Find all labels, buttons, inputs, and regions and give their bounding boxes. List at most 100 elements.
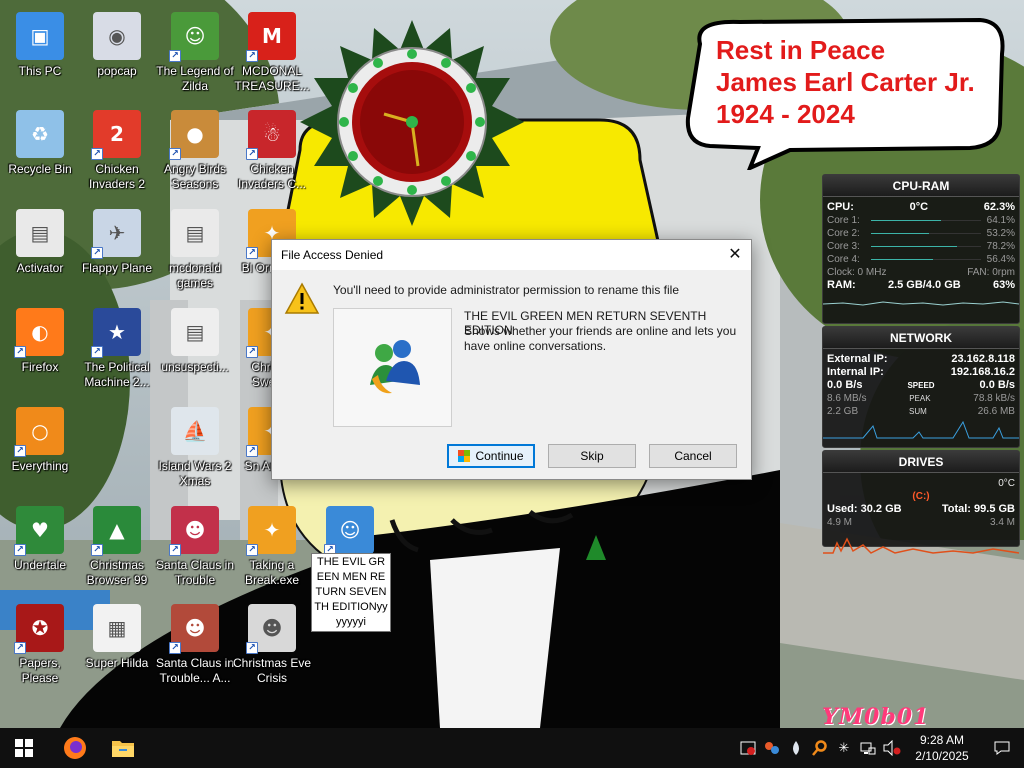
network-gadget[interactable]: NETWORK External IP: 23.162.8.118 Intern… [822, 326, 1020, 448]
desktop-icon-santa-claus-trouble[interactable]: ☻ ↗ Santa Claus in Trouble [155, 502, 235, 598]
peak-down: 8.6 MB/s [827, 393, 867, 404]
desktop-icon-undertale[interactable]: ♥ ↗ Undertale [0, 502, 80, 598]
core-usage-bar [871, 220, 981, 221]
clock-fan-row: Clock: 0 MHz FAN: 0rpm [823, 266, 1019, 279]
desktop-icon-flappy-plane[interactable]: ✈ ↗ Flappy Plane [77, 205, 157, 301]
desktop-icon-label: Island Wars 2 Xmas [158, 459, 232, 488]
desktop-icon-label: Activator [16, 261, 64, 275]
start-button[interactable] [0, 728, 48, 768]
network-icon[interactable] [856, 728, 880, 768]
taskbar-file-explorer[interactable] [99, 728, 147, 768]
core-label: Core 4: [827, 254, 860, 265]
dialog-file-description: Shows whether your friends are online an… [464, 324, 737, 353]
desktop-icon-everything[interactable]: ○ ↗ Everything [0, 403, 80, 499]
desktop-icon-mcdonald-games[interactable]: ▤ mcdonald games [155, 205, 235, 301]
taskbar-date: 2/10/2025 [915, 749, 969, 763]
core-usage-bar [871, 233, 981, 234]
ram-graph [822, 301, 1020, 306]
desktop-icon-papers-please[interactable]: ✪ ↗ Papers, Please [0, 600, 80, 696]
island-wars-icon: ⛵ [171, 407, 219, 455]
desktop-icon-recycle-bin[interactable]: ♻ Recycle Bin [0, 106, 80, 202]
taskbar-firefox[interactable] [51, 728, 99, 768]
desktop-icon-chicken-invaders-c[interactable]: ☃ ↗ Chicken Invaders C... [232, 106, 312, 202]
shortcut-arrow-icon: ↗ [169, 642, 181, 654]
uac-shield-icon [458, 450, 471, 462]
drive-io-row: 4.9 M 3.4 M [823, 516, 1019, 529]
super-hilda-icon: ▦ [93, 604, 141, 652]
close-icon[interactable]: ✕ [719, 240, 751, 270]
tray-search-everything-icon[interactable] [808, 728, 832, 768]
speed-up: 0.0 B/s [979, 379, 1015, 391]
desktop-icon-santa-claus-trouble-a[interactable]: ☻ ↗ Santa Claus in Trouble... A... [155, 600, 235, 696]
desktop-icon-super-hilda[interactable]: ▦ Super Hilda [77, 600, 157, 696]
core-label: Core 1: [827, 215, 860, 226]
shortcut-arrow-icon: ↗ [91, 346, 103, 358]
core-value: 78.2% [986, 241, 1015, 252]
sum-down: 2.2 GB [827, 406, 859, 417]
desktop-icon-activator[interactable]: ▤ Activator [0, 205, 80, 301]
continue-button[interactable]: Continue [447, 444, 535, 468]
desktop-icon-christmas-browser[interactable]: ▲ ↗ Christmas Browser 99 [77, 502, 157, 598]
drive-activity-graph [823, 537, 1020, 554]
desktop-icon-label: MCDONAL TREASURE... [234, 64, 310, 93]
volume-muted-icon[interactable] [880, 728, 904, 768]
desktop-icon-chicken-invaders-2[interactable]: 2 ↗ Chicken Invaders 2 [77, 106, 157, 202]
tray-burst-icon[interactable]: ✳ [832, 728, 856, 768]
desktop-icon-legend-of-zilda[interactable]: ☺ ↗ The Legend of Zilda [155, 8, 235, 104]
desktop-icon-unsuspecti[interactable]: ▤ unsuspecti... [155, 304, 235, 400]
messenger-icon: ☺ ↗ [324, 506, 374, 556]
desktop-icon-popcap[interactable]: ◉ popcap [77, 8, 157, 104]
desktop-icon-label: unsuspecti... [161, 360, 229, 374]
desktop-icon-mcdonald-treasure[interactable]: M ↗ MCDONAL TREASURE... [232, 8, 312, 104]
shortcut-arrow-icon: ↗ [246, 50, 258, 62]
desktop-icon-christmas-eve-crisis[interactable]: ☻ ↗ Christmas Eve Crisis [232, 600, 312, 696]
cancel-button[interactable]: Cancel [649, 444, 737, 468]
system-tray: ✳ 9:28 AM 2/10/2025 [736, 728, 1024, 768]
notification-center-icon[interactable] [980, 728, 1024, 768]
drive-used: Used: 30.2 GB [827, 503, 902, 515]
ram-label: RAM: [827, 279, 856, 291]
drives-gadget[interactable]: DRIVES 0°C (C:) Used: 30.2 GB Total: 99.… [822, 450, 1020, 554]
file-icon: ▤ [16, 209, 64, 257]
taskbar-time: 9:28 AM [919, 733, 965, 747]
memorial-speech-bubble: Rest in Peace James Earl Carter Jr. 1924… [680, 14, 1010, 170]
desktop-icon-political-machine[interactable]: ★ ↗ The Political Machine 2... [77, 304, 157, 400]
desktop-icon-label: Christmas Eve Crisis [232, 656, 312, 685]
core-usage-bar [871, 246, 981, 247]
core-row: Core 1: 64.1% [823, 214, 1019, 227]
desktop-icon-angry-birds-seasons[interactable]: ● ↗ Angry Birds Seasons [155, 106, 235, 202]
desktop-icon-label: popcap [97, 64, 137, 78]
speed-down: 0.0 B/s [827, 379, 863, 391]
dialog-titlebar[interactable]: File Access Denied ✕ [272, 240, 751, 270]
shortcut-arrow-icon: ↗ [246, 247, 258, 259]
renaming-file-label[interactable]: THE EVIL GREEN MEN RETURN SEVENTH EDITIO… [311, 553, 391, 632]
skip-button[interactable]: Skip [548, 444, 636, 468]
desktop-icon-firefox[interactable]: ◐ ↗ Firefox [0, 304, 80, 400]
shortcut-arrow-icon: ↗ [246, 445, 258, 457]
desktop-icon-island-wars[interactable]: ⛵ Island Wars 2 Xmas [155, 403, 235, 499]
tray-droplet-icon[interactable] [784, 728, 808, 768]
core-value: 53.2% [986, 228, 1015, 239]
undertale-icon: ♥ ↗ [14, 506, 64, 556]
desktop-icon-taking-a-break[interactable]: ✦ ↗ Taking a Break.exe [232, 502, 312, 598]
tray-shield-icon[interactable] [736, 728, 760, 768]
taskbar-clock[interactable]: 9:28 AM 2/10/2025 [904, 732, 980, 764]
ram-value: 2.5 GB/4.0 GB [887, 279, 961, 291]
ram-percent: 63% [992, 279, 1015, 291]
drive-total: Total: 99.5 GB [941, 503, 1015, 515]
file-thumbnail [333, 308, 452, 427]
shortcut-arrow-icon: ↗ [91, 148, 103, 160]
papers-please-icon: ✪ ↗ [14, 604, 64, 654]
desktop-icon-this-pc[interactable]: ▣ This PC [0, 8, 80, 104]
tray-app-icon[interactable] [760, 728, 784, 768]
internal-ip-value: 192.168.16.2 [950, 366, 1015, 378]
desktop-icon-label: Firefox [21, 360, 59, 374]
bubble-line-1: Rest in Peace [716, 35, 886, 65]
drive-letter: (C:) [912, 491, 930, 502]
cpu-ram-gadget[interactable]: CPU-RAM CPU: 0°C 62.3% Core 1: 64.1% Core … [822, 174, 1020, 324]
angry-birds-icon: ● ↗ [169, 110, 219, 160]
shortcut-arrow-icon: ↗ [14, 544, 26, 556]
mcdonalds-icon: M ↗ [246, 12, 296, 62]
shortcut-arrow-icon: ↗ [14, 642, 26, 654]
desktop-icon-label: Taking a Break.exe [244, 558, 300, 587]
